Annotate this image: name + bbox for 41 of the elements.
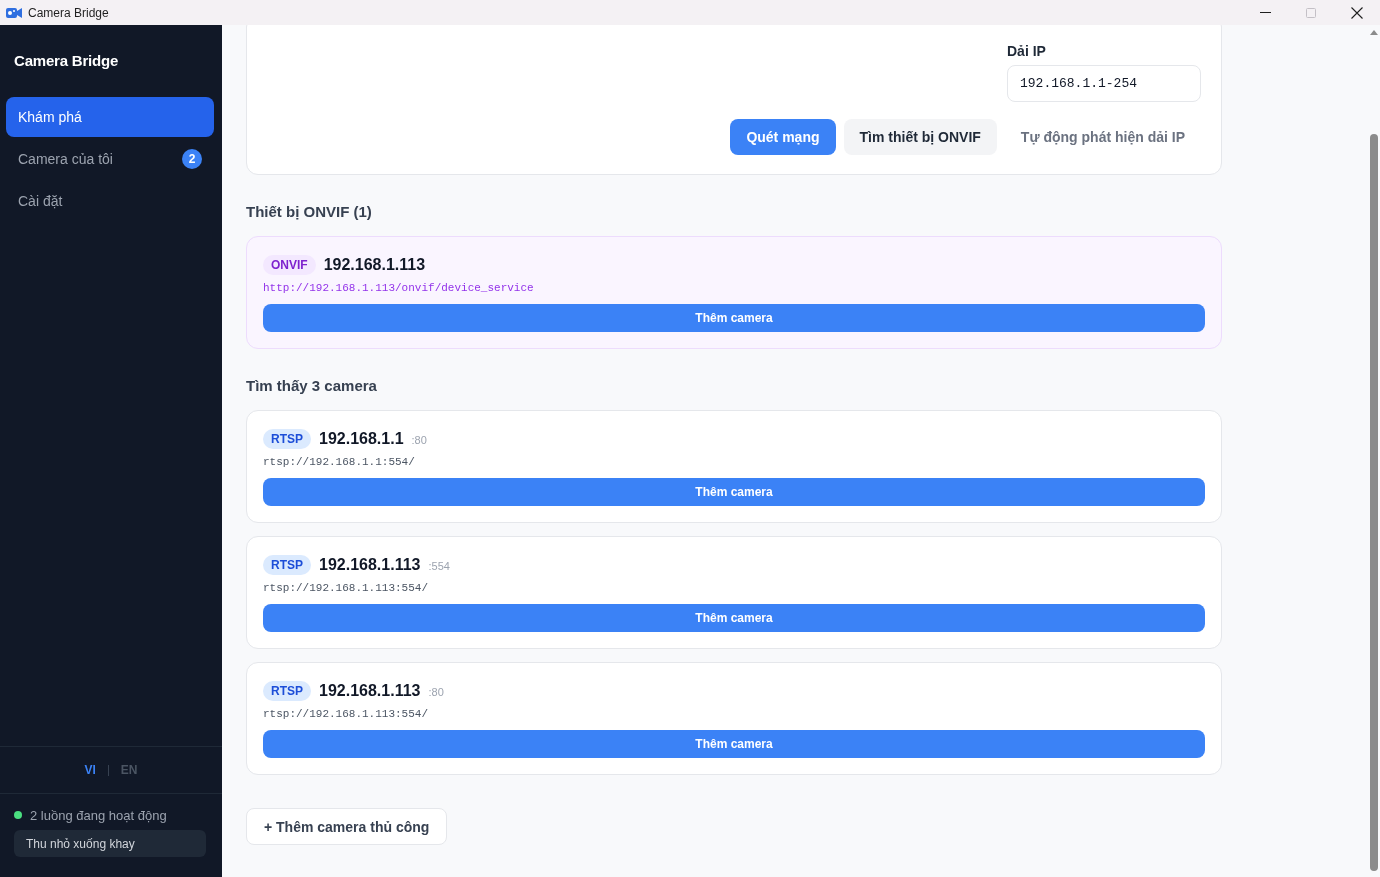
protocol-badge: RTSP	[263, 681, 311, 701]
device-ip: 192.168.1.1	[319, 430, 404, 448]
onvif-search-button[interactable]: Tìm thiết bị ONVIF	[843, 119, 997, 155]
device-port: :554	[428, 560, 450, 572]
device-url: rtsp://192.168.1.113:554/	[263, 708, 429, 720]
add-camera-button[interactable]: Thêm camera	[263, 478, 1205, 506]
field-label: Dải IP	[1007, 42, 1046, 60]
auto-detect-button[interactable]: Tự động phát hiện dải IP	[1004, 119, 1201, 155]
device-port: :80	[428, 686, 444, 698]
nav-item[interactable]: Cài đặt	[6, 181, 214, 221]
minimize-to-tray-button[interactable]: Thu nhỏ xuống khay	[14, 830, 206, 857]
protocol-badge: RTSP	[263, 555, 311, 575]
device-url: http://192.168.1.113/onvif/device_service	[263, 282, 534, 294]
section-title: Tìm thấy 3 camera	[246, 377, 377, 394]
minimize-icon	[1259, 12, 1271, 13]
status-text: 2 luồng đang hoạt động	[30, 807, 167, 823]
device-url: rtsp://192.168.1.113:554/	[263, 582, 429, 594]
close-icon	[1351, 6, 1363, 19]
scan-button[interactable]: Quét mạng	[730, 119, 836, 155]
device-ip: 192.168.1.113	[319, 556, 421, 574]
device-url: rtsp://192.168.1.1:554/	[263, 456, 415, 468]
scrollbar-thumb[interactable]	[1370, 134, 1378, 871]
add-manual-camera-button[interactable]: + Thêm camera thủ công	[246, 808, 448, 845]
protocol-badge: RTSP	[263, 429, 311, 449]
camera-icon	[6, 6, 22, 19]
window-title: Camera Bridge	[28, 5, 110, 20]
nav-item[interactable]: Camera của tôi 2	[6, 139, 214, 179]
add-camera-button[interactable]: Thêm camera	[263, 604, 1205, 632]
protocol-badge: ONVIF	[263, 255, 316, 275]
count-badge: 2	[182, 149, 202, 169]
nav-item[interactable]: Khám phá	[6, 97, 214, 137]
device-port: :80	[411, 434, 427, 446]
device-ip: 192.168.1.113	[319, 682, 421, 700]
section-title: Thiết bị ONVIF (1)	[246, 203, 372, 220]
add-camera-button[interactable]: Thêm camera	[263, 304, 1205, 332]
language-option[interactable]: VI	[84, 763, 96, 777]
add-camera-button[interactable]: Thêm camera	[263, 730, 1205, 758]
ip-range-field[interactable]: 192.168.1.1-254	[1007, 65, 1201, 102]
device-ip: 192.168.1.113	[323, 256, 426, 274]
app-brand: Camera Bridge	[14, 51, 119, 71]
scroll-up-icon[interactable]	[1370, 30, 1378, 35]
